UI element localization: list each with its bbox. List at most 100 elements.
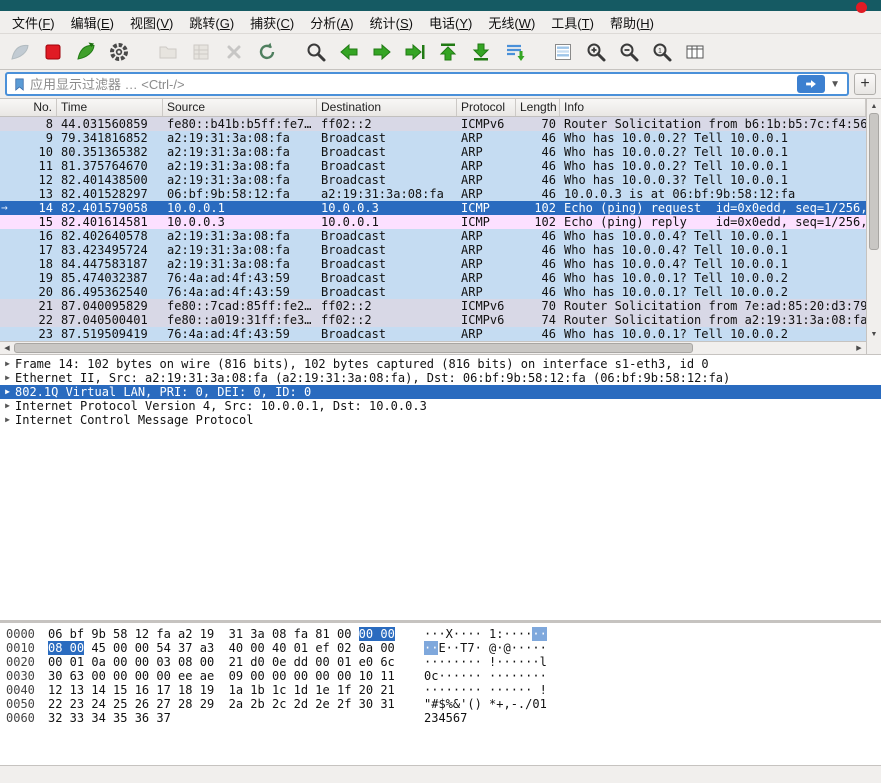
packet-row-11[interactable]: 11 81.375764670 a2:19:31:3a:08:fa Broadcast… bbox=[0, 159, 866, 173]
menu-capture[interactable]: 捕获(C) bbox=[242, 11, 302, 34]
expand-triangle-icon[interactable]: ▶ bbox=[0, 413, 15, 427]
go-to-packet-icon bbox=[404, 41, 426, 63]
packet-row-12[interactable]: 12 82.401438500 a2:19:31:3a:08:fa Broadcast… bbox=[0, 173, 866, 187]
packet-row-16[interactable]: 16 82.402640578 a2:19:31:3a:08:fa Broadcast… bbox=[0, 229, 866, 243]
menu-go[interactable]: 跳转(G) bbox=[181, 11, 242, 34]
filter-dropdown-icon[interactable]: ▼ bbox=[825, 79, 845, 90]
cell-time: 80.351365382 bbox=[61, 145, 148, 159]
filter-apply-button[interactable] bbox=[797, 75, 826, 93]
expand-triangle-icon[interactable]: ▶ bbox=[0, 385, 15, 399]
cell-no: 21 bbox=[38, 299, 53, 313]
scroll-left-icon[interactable]: ◀ bbox=[0, 342, 14, 354]
cell-destination: Broadcast bbox=[321, 243, 387, 257]
zoom-out-button[interactable] bbox=[614, 37, 644, 67]
menu-help[interactable]: 帮助(H) bbox=[602, 11, 662, 34]
hex-line-0060[interactable]: 0060 32 33 34 35 36 37 234567 bbox=[6, 711, 881, 725]
column-header-protocol[interactable]: Protocol bbox=[457, 99, 516, 116]
scroll-right-icon[interactable]: ▶ bbox=[852, 342, 866, 354]
packet-row-10[interactable]: 10 80.351365382 a2:19:31:3a:08:fa Broadcast… bbox=[0, 145, 866, 159]
close-window-button[interactable] bbox=[856, 2, 867, 13]
capture-options-button[interactable] bbox=[104, 37, 134, 67]
packet-row-23[interactable]: 23 87.519509419 76:4a:ad:4f:43:59 Broadcast… bbox=[0, 327, 866, 341]
hex-line-0050[interactable]: 0050 22 23 24 25 26 27 28 29 2a 2b 2c 2d … bbox=[6, 697, 881, 711]
column-header-source[interactable]: Source bbox=[163, 99, 317, 116]
column-header-info[interactable]: Info bbox=[560, 99, 866, 116]
filter-add-button[interactable]: + bbox=[854, 73, 876, 95]
reload-file-icon bbox=[256, 41, 278, 63]
column-header-no[interactable]: No. bbox=[0, 99, 57, 116]
detail-row-3[interactable]: ▶ Internet Protocol Version 4, Src: 10.0.… bbox=[0, 399, 881, 413]
packet-row-8[interactable]: 8 44.031560859 fe80::b41b:b5ff:fe7… ff02::2… bbox=[0, 117, 866, 131]
detail-row-1[interactable]: ▶ Ethernet II, Src: a2:19:31:3a:08:fa (a2… bbox=[0, 371, 881, 385]
restart-capture-button[interactable] bbox=[71, 37, 101, 67]
packet-row-15[interactable]: 15 82.401614581 10.0.0.3 10.0.0.1 ICMP 102 Ech… bbox=[0, 215, 866, 229]
detail-row-0[interactable]: ▶ Frame 14: 102 bytes on wire (816 bits),… bbox=[0, 357, 881, 371]
hex-line-0010[interactable]: 0010 08 00 45 00 00 54 37 a3 40 00 40 01 … bbox=[6, 641, 881, 655]
menu-tools[interactable]: 工具(T) bbox=[543, 11, 602, 34]
packet-row-13[interactable]: 13 82.401528297 06:bf:9b:58:12:fa a2:19:31:… bbox=[0, 187, 866, 201]
packet-row-19[interactable]: 19 85.474032387 76:4a:ad:4f:43:59 Broadcast… bbox=[0, 271, 866, 285]
menu-wireless[interactable]: 无线(W) bbox=[480, 11, 543, 34]
hex-line-0040[interactable]: 0040 12 13 14 15 16 17 18 19 1a 1b 1c 1d … bbox=[6, 683, 881, 697]
expand-triangle-icon[interactable]: ▶ bbox=[0, 399, 15, 413]
cell-no: 8 bbox=[45, 117, 53, 131]
zoom-original-button[interactable]: 1 bbox=[647, 37, 677, 67]
column-header-time[interactable]: Time bbox=[57, 99, 163, 116]
packet-row-14[interactable]: → 14 82.401579058 10.0.0.1 10.0.0.3 ICMP 102 Ec… bbox=[0, 201, 866, 215]
expand-triangle-icon[interactable]: ▶ bbox=[0, 371, 15, 385]
display-filter-field[interactable]: ▼ bbox=[5, 72, 849, 96]
zoom-in-button[interactable] bbox=[581, 37, 611, 67]
filter-input[interactable] bbox=[30, 76, 798, 92]
hscroll-thumb[interactable] bbox=[14, 343, 693, 353]
hex-line-0030[interactable]: 0030 30 63 00 00 00 00 ee ae 09 00 00 00 … bbox=[6, 669, 881, 683]
detail-row-2[interactable]: ▶ 802.1Q Virtual LAN, PRI: 0, DEI: 0, ID:… bbox=[0, 385, 881, 399]
detail-row-4[interactable]: ▶ Internet Control Message Protocol bbox=[0, 413, 881, 427]
stop-capture-button[interactable] bbox=[38, 37, 68, 67]
cell-info: Who has 10.0.0.2? Tell 10.0.0.1 bbox=[564, 145, 788, 159]
vertical-scrollbar[interactable]: ▲ ▼ bbox=[867, 99, 881, 341]
packet-row-21[interactable]: 21 87.040095829 fe80::7cad:85ff:fe2… ff02::… bbox=[0, 299, 866, 313]
packet-row-17[interactable]: 17 83.423495724 a2:19:31:3a:08:fa Broadcast… bbox=[0, 243, 866, 257]
menu-file[interactable]: 文件(F) bbox=[4, 11, 63, 34]
find-packet-button[interactable] bbox=[301, 37, 331, 67]
cell-destination: ff02::2 bbox=[321, 299, 372, 313]
packet-row-20[interactable]: 20 86.495362540 76:4a:ad:4f:43:59 Broadcast… bbox=[0, 285, 866, 299]
start-capture-icon bbox=[9, 41, 31, 63]
scroll-up-icon[interactable]: ▲ bbox=[867, 99, 881, 113]
reload-file-button[interactable] bbox=[252, 37, 282, 67]
colorize-button[interactable] bbox=[548, 37, 578, 67]
title-bar[interactable] bbox=[0, 0, 881, 13]
scroll-down-icon[interactable]: ▼ bbox=[867, 327, 881, 341]
vscroll-thumb[interactable] bbox=[869, 113, 879, 250]
column-header-length[interactable]: Length bbox=[516, 99, 560, 116]
auto-scroll-button[interactable] bbox=[499, 37, 529, 67]
go-forward-button[interactable] bbox=[367, 37, 397, 67]
menu-analyze[interactable]: 分析(A) bbox=[302, 11, 361, 34]
menu-edit[interactable]: 编辑(E) bbox=[63, 11, 122, 34]
go-to-packet-button[interactable] bbox=[400, 37, 430, 67]
filter-bookmark-icon[interactable] bbox=[9, 77, 30, 92]
resize-columns-button[interactable] bbox=[680, 37, 710, 67]
cell-length: 46 bbox=[541, 285, 556, 299]
packet-row-18[interactable]: 18 84.447583187 a2:19:31:3a:08:fa Broadcast… bbox=[0, 257, 866, 271]
go-first-button[interactable] bbox=[433, 37, 463, 67]
cell-source: 10.0.0.1 bbox=[167, 201, 225, 215]
expand-triangle-icon[interactable]: ▶ bbox=[0, 357, 15, 371]
hex-line-0000[interactable]: 0000 06 bf 9b 58 12 fa a2 19 31 3a 08 fa … bbox=[6, 627, 881, 641]
detail-text: 802.1Q Virtual LAN, PRI: 0, DEI: 0, ID: … bbox=[15, 385, 312, 399]
packet-row-9[interactable]: 9 79.341816852 a2:19:31:3a:08:fa Broadcast A… bbox=[0, 131, 866, 145]
go-back-button[interactable] bbox=[334, 37, 364, 67]
hex-line-0020[interactable]: 0020 00 01 0a 00 00 03 08 00 21 d0 0e dd … bbox=[6, 655, 881, 669]
column-header-destination[interactable]: Destination bbox=[317, 99, 457, 116]
vscroll-track[interactable] bbox=[867, 113, 881, 327]
hex-ascii: ········ !······l bbox=[424, 655, 547, 669]
hex-offset: 0060 bbox=[6, 711, 35, 725]
go-last-button[interactable] bbox=[466, 37, 496, 67]
menu-telephony[interactable]: 电话(Y) bbox=[421, 11, 480, 34]
hscroll-track[interactable] bbox=[14, 342, 852, 354]
packet-row-22[interactable]: 22 87.040500401 fe80::a019:31ff:fe3… ff02::… bbox=[0, 313, 866, 327]
menu-statistics[interactable]: 统计(S) bbox=[362, 11, 421, 34]
horizontal-scrollbar[interactable]: ◀ ▶ bbox=[0, 341, 866, 354]
wireshark-window: 文件(F) 编辑(E) 视图(V) 跳转(G) 捕获(C) 分析(A) 统计(S) 电话(Y)… bbox=[0, 0, 881, 783]
menu-view[interactable]: 视图(V) bbox=[122, 11, 181, 34]
